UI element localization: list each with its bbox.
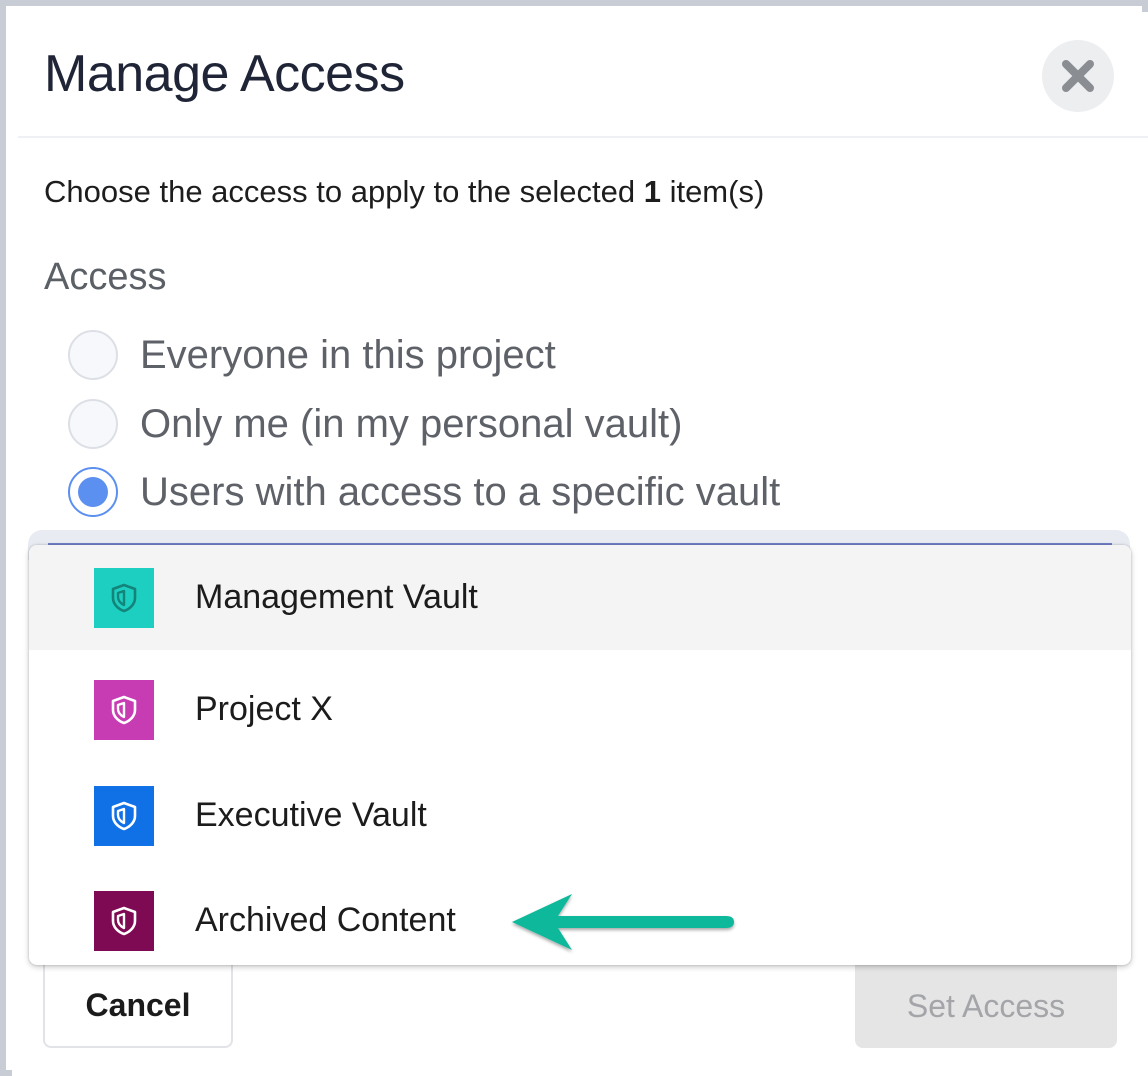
radio-button[interactable]	[68, 330, 118, 380]
radio-button-selected[interactable]	[68, 467, 118, 517]
radio-label: Only me (in my personal vault)	[140, 401, 683, 446]
access-section-label: Access	[44, 256, 167, 298]
description-suffix: item(s)	[660, 174, 765, 209]
close-icon	[1062, 60, 1094, 92]
close-button[interactable]	[1042, 40, 1114, 112]
shield-icon	[111, 801, 137, 830]
cancel-button[interactable]: Cancel	[43, 964, 233, 1048]
vault-option-executive[interactable]: Executive Vault	[29, 763, 1131, 868]
radio-label: Everyone in this project	[140, 332, 556, 377]
vault-icon-tile	[94, 567, 154, 628]
radio-label: Users with access to a specific vault	[140, 469, 781, 514]
radio-option-everyone[interactable]: Everyone in this project	[68, 330, 556, 380]
selected-count: 1	[643, 174, 661, 209]
manage-access-dialog: Manage Access Choose the access to apply…	[12, 12, 1148, 1076]
vault-option-project-x[interactable]: Project X	[29, 657, 1131, 762]
dialog-description: Choose the access to apply to the select…	[44, 174, 764, 210]
shield-icon	[111, 583, 137, 612]
window-frame: Manage Access Choose the access to apply…	[0, 0, 1148, 1076]
vault-option-label: Executive Vault	[195, 796, 427, 834]
radio-button[interactable]	[68, 399, 118, 449]
vault-icon-tile	[94, 679, 154, 740]
arrow-left-icon	[512, 894, 734, 950]
radio-option-only-me[interactable]: Only me (in my personal vault)	[68, 399, 682, 449]
vault-option-label: Archived Content	[195, 901, 456, 939]
vault-option-label: Project X	[195, 690, 333, 728]
vault-icon-tile	[94, 785, 154, 846]
radio-option-specific-vault[interactable]: Users with access to a specific vault	[68, 467, 780, 517]
vault-icon-tile	[94, 890, 154, 951]
dialog-title: Manage Access	[44, 45, 405, 103]
header-divider	[18, 136, 1148, 138]
description-prefix: Choose the access to apply to the select…	[44, 174, 644, 209]
vault-option-label: Management Vault	[195, 578, 478, 616]
set-access-button[interactable]: Set Access	[855, 964, 1117, 1048]
annotation-arrow	[508, 888, 744, 960]
shield-icon	[111, 695, 137, 724]
radio-dot	[78, 477, 108, 507]
vault-option-management[interactable]: Management Vault	[29, 545, 1131, 650]
shield-icon	[111, 906, 137, 935]
